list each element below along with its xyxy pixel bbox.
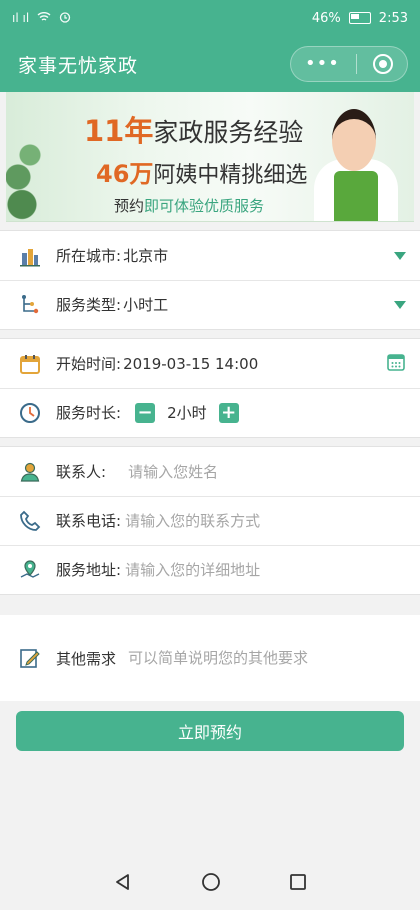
banner-text: 11年家政服务经验 46万阿姨中精挑细选 预约即可体验优质服务 — [84, 108, 307, 216]
duration-row: 服务时长: − 2小时 + — [0, 388, 420, 437]
banner-line-2: 46万阿姨中精挑细选 — [96, 154, 307, 189]
service-type-select[interactable]: 服务类型: 小时工 — [0, 280, 420, 329]
person-icon — [18, 460, 42, 484]
other-requirements-label: 其他需求 — [56, 649, 117, 668]
status-time: 2:53 — [378, 10, 408, 26]
other-requirements-input[interactable] — [126, 648, 406, 668]
calendar-icon — [18, 352, 42, 376]
city-value: 北京市 — [123, 247, 169, 265]
service-type-icon — [18, 293, 42, 317]
address-label: 服务地址: — [56, 561, 122, 579]
capsule-divider — [355, 54, 357, 74]
alarm-icon — [59, 11, 71, 26]
promo-banner: 11年家政服务经验 46万阿姨中精挑细选 预约即可体验优质服务 — [6, 92, 414, 222]
duration-plus-button[interactable]: + — [218, 402, 239, 423]
time-section: 开始时间: 2019-03-15 14:00 服务时长: − 2小时 + — [0, 338, 420, 438]
status-left: ıl ıl — [12, 11, 71, 26]
status-right: 46% 2:53 — [312, 11, 408, 26]
start-time-value: 2019-03-15 14:00 — [123, 354, 259, 373]
contact-section: 联系人: 联系电话: 服务地址: — [0, 446, 420, 595]
phone-label: 联系电话: — [56, 512, 122, 530]
signal-icon: ıl ıl — [12, 11, 30, 25]
banner-line-1-text: 家政服务经验 — [153, 118, 304, 147]
map-pin-icon — [18, 558, 42, 582]
calendar-picker-icon[interactable] — [386, 352, 406, 376]
duration-value: 2小时 — [167, 404, 207, 422]
address-input[interactable] — [123, 559, 406, 580]
more-dots-icon[interactable]: ••• — [305, 55, 340, 73]
chevron-down-icon — [394, 251, 406, 260]
contact-name-label: 联系人: — [56, 463, 107, 481]
banner-line-2-text: 阿姨中精挑细选 — [153, 163, 308, 188]
banner-years: 11年 — [84, 114, 154, 148]
duration-minus-button[interactable]: − — [135, 402, 156, 423]
target-icon[interactable] — [372, 54, 393, 74]
phone-row: 联系电话: — [0, 496, 420, 545]
phone-icon — [18, 509, 42, 533]
back-icon[interactable] — [113, 872, 133, 896]
contact-name-row: 联系人: — [0, 447, 420, 496]
edit-note-icon — [18, 646, 42, 670]
banner-line-3-prefix: 预约 — [114, 197, 145, 215]
service-type-value: 小时工 — [123, 296, 169, 314]
city-label: 所在城市: — [56, 247, 122, 265]
city-select[interactable]: 所在城市: 北京市 — [0, 231, 420, 280]
banner-line-1: 11年家政服务经验 — [84, 108, 307, 150]
wifi-icon — [37, 11, 51, 25]
contact-name-input[interactable] — [126, 461, 406, 482]
chevron-down-icon — [394, 300, 406, 309]
mini-program-capsule: ••• — [290, 46, 408, 82]
page-title: 家事无忧家政 — [18, 54, 139, 77]
battery-icon — [348, 12, 371, 24]
duration-label: 服务时长: — [56, 404, 122, 422]
banner-line-3: 预约即可体验优质服务 — [114, 195, 307, 216]
status-bar: ıl ıl 46% 2:53 — [0, 0, 420, 36]
recents-icon[interactable] — [289, 873, 307, 895]
plant-decoration — [6, 111, 46, 221]
address-row: 服务地址: — [0, 545, 420, 594]
service-type-label: 服务类型: — [56, 296, 122, 314]
phone-input[interactable] — [123, 510, 406, 531]
battery-percent: 46% — [311, 10, 341, 26]
city-icon — [18, 244, 42, 268]
book-now-button[interactable]: 立即预约 — [16, 711, 404, 751]
start-time-label: 开始时间: — [56, 355, 122, 373]
system-navigation-bar — [0, 858, 420, 910]
housekeeper-image — [308, 101, 404, 221]
location-section: 所在城市: 北京市 服务类型: 小时工 — [0, 230, 420, 330]
duration-stepper: − 2小时 + — [135, 402, 239, 423]
clock-icon — [18, 401, 42, 425]
other-requirements-row: 其他需求 — [0, 615, 420, 701]
start-time-picker[interactable]: 开始时间: 2019-03-15 14:00 — [0, 339, 420, 388]
banner-count: 46万 — [96, 160, 154, 188]
home-icon[interactable] — [201, 872, 221, 896]
app-navbar: 家事无忧家政 ••• — [0, 36, 420, 92]
banner-line-3-green: 即可体验优质服务 — [144, 197, 265, 215]
